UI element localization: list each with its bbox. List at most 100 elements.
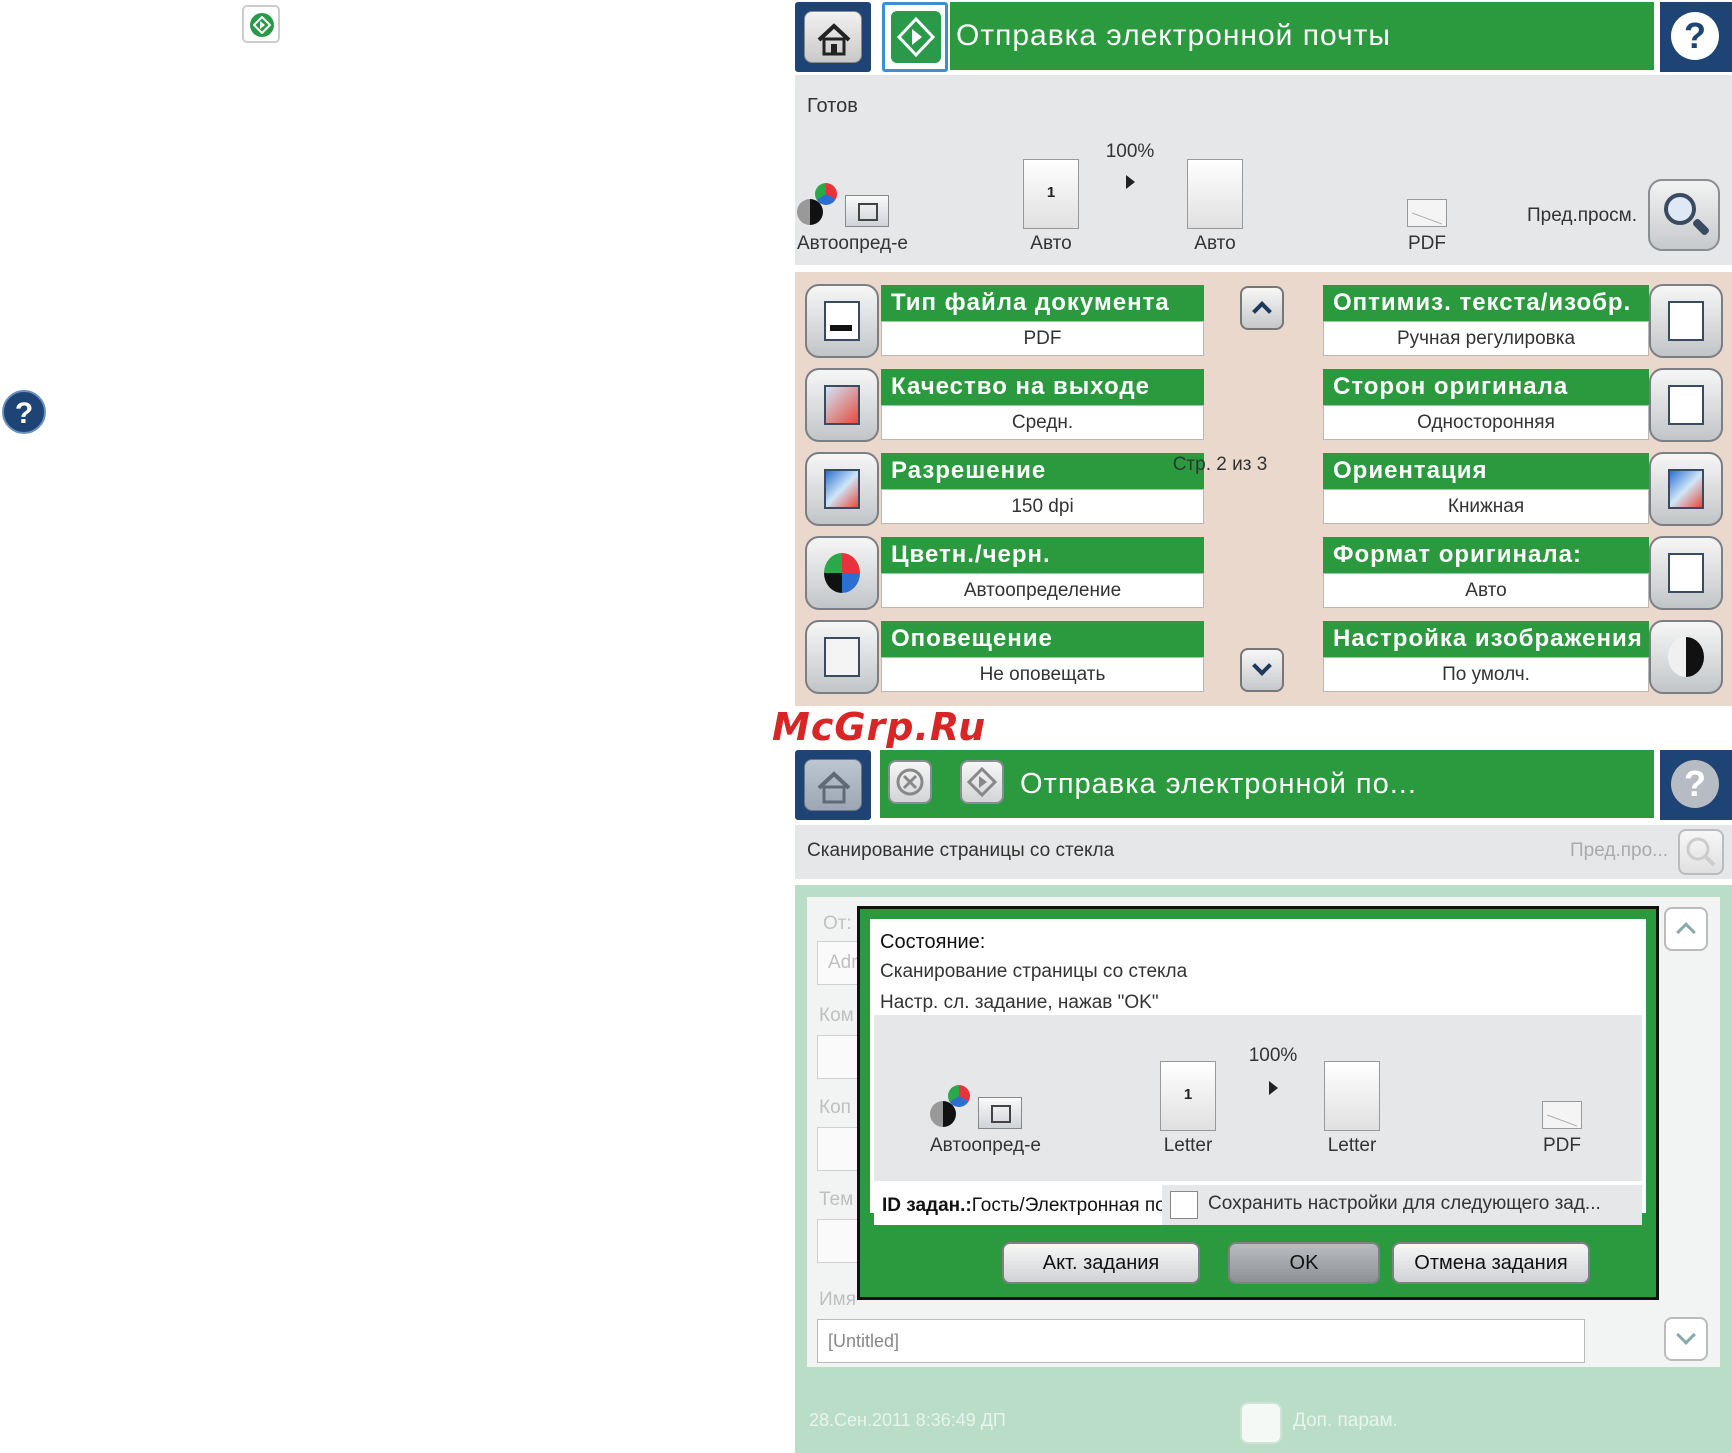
active-jobs-button[interactable]: Акт. задания: [1002, 1242, 1200, 1284]
orientation-icon: [1649, 452, 1723, 526]
option-value: Не оповещать: [881, 657, 1204, 692]
home-icon: [817, 23, 851, 56]
input-page-icon: 1: [1160, 1061, 1216, 1131]
option-title: Цветн./черн.: [881, 537, 1204, 573]
chevron-down-icon: [1676, 1325, 1696, 1345]
start-icon: [966, 766, 998, 798]
option-value: Книжная: [1323, 489, 1649, 524]
save-settings-row: Сохранить настройки для следующего зад..…: [1162, 1185, 1642, 1225]
chevron-up-icon: [1676, 922, 1696, 942]
option-title: Оптимиз. текста/изобр.: [1323, 285, 1649, 321]
file-format-label: PDF: [1543, 1135, 1581, 1156]
form-scroll-up-button[interactable]: [1664, 907, 1708, 951]
cancel-job-button[interactable]: Отмена задания: [1392, 1242, 1590, 1284]
option-title: Формат оригинала:: [1323, 537, 1649, 573]
cc-label: Коп: [819, 1097, 851, 1118]
stop-button[interactable]: [888, 760, 932, 804]
notification-icon: [805, 620, 879, 694]
option-color-mode[interactable]: Цветн./черн. Автоопределение: [805, 536, 1205, 610]
job-preview-area: Автоопред-е 1 Letter 100% Letter PDF: [874, 1015, 1642, 1181]
screen-title: Отправка электронной по...: [1020, 768, 1417, 800]
output-size-label: Letter: [1327, 1135, 1377, 1156]
scale-label: 100%: [1105, 141, 1155, 162]
preview-button[interactable]: [1678, 829, 1724, 875]
resolution-icon: [805, 452, 879, 526]
from-label: От:: [823, 913, 852, 934]
to-label: Ком: [819, 1005, 854, 1026]
more-options-button[interactable]: [1240, 1402, 1282, 1444]
scan-status-text: Сканирование страницы со стекла: [807, 840, 1115, 861]
scroll-down-button[interactable]: [1240, 648, 1284, 692]
scan-status-screen: Отправка электронной по... ? Сканировани…: [795, 750, 1732, 1453]
option-value: 150 dpi: [881, 489, 1204, 524]
option-output-quality[interactable]: Качество на выходе Средн.: [805, 368, 1205, 442]
option-file-type[interactable]: Тип файла документа PDF: [805, 284, 1205, 358]
option-resolution[interactable]: Разрешение 150 dpi: [805, 452, 1205, 526]
start-icon: [896, 16, 936, 58]
home-button[interactable]: [795, 2, 871, 72]
filename-label: Имя: [819, 1289, 857, 1310]
output-page-icon: [1187, 159, 1243, 229]
subject-label: Тем: [819, 1189, 854, 1210]
output-page-icon: [1324, 1061, 1380, 1131]
start-button[interactable]: [882, 2, 948, 72]
chevron-down-icon: [1252, 656, 1272, 676]
option-title: Тип файла документа: [881, 285, 1204, 321]
option-value: PDF: [881, 321, 1204, 356]
option-original-sides[interactable]: Сторон оригинала Односторонняя: [1323, 368, 1723, 442]
document-icon: [805, 284, 879, 358]
help-icon: ?: [2, 390, 46, 434]
help-icon: ?: [1671, 760, 1719, 808]
form-scroll-down-button[interactable]: [1664, 1317, 1708, 1361]
option-orientation[interactable]: Ориентация Книжная: [1323, 452, 1723, 526]
job-id: ID задан.:Гость/Электронная по: [882, 1195, 1164, 1216]
more-options-label: Доп. парам.: [1293, 1410, 1398, 1431]
start-icon: [242, 5, 280, 43]
watermark: McGrp.Ru: [772, 705, 987, 749]
job-id-row: ID задан.:Гость/Электронная по Сохранить…: [874, 1185, 1642, 1225]
image-adjust-icon: [1649, 620, 1723, 694]
option-title: Оповещение: [881, 621, 1204, 657]
help-button[interactable]: ?: [1660, 2, 1732, 72]
home-button[interactable]: [795, 750, 871, 820]
option-image-adjust[interactable]: Настройка изображения По умолч.: [1323, 620, 1723, 694]
form-footer: 28.Сен.2011 8:36:49 ДП Доп. парам.: [795, 1380, 1732, 1453]
save-settings-checkbox[interactable]: [1170, 1191, 1198, 1219]
option-value: Средн.: [881, 405, 1204, 440]
preview-label: Пред.про...: [1570, 840, 1668, 861]
page: ? Отправка электронной почты ? Готов Авт…: [0, 0, 1732, 1453]
ok-button[interactable]: OK: [1228, 1242, 1380, 1284]
stop-icon: [896, 768, 924, 796]
top-bar: Отправка электронной почты ?: [795, 0, 1732, 72]
option-value: Односторонняя: [1323, 405, 1649, 440]
start-button[interactable]: [960, 760, 1004, 804]
dialog-line-2: Настр. сл. задание, нажав "OK": [880, 992, 1159, 1013]
color-mode-label: Автоопред-е: [930, 1135, 1041, 1156]
preview-button[interactable]: [1648, 179, 1720, 251]
option-title: Качество на выходе: [881, 369, 1204, 405]
job-status-area: Готов Автоопред-е 1 Авто 100% Авто PDF П…: [795, 75, 1732, 265]
text-image-icon: [1649, 284, 1723, 358]
help-button[interactable]: ?: [1660, 750, 1732, 820]
scale-label: 100%: [1248, 1045, 1298, 1066]
status-text: Готов: [807, 95, 858, 117]
color-mode-label: Автоопред-е: [797, 233, 908, 254]
option-text-image-optimize[interactable]: Оптимиз. текста/изобр. Ручная регулировк…: [1323, 284, 1723, 358]
color-icon: [797, 183, 837, 225]
status-dialog: Состояние: Сканирование страницы со стек…: [857, 906, 1659, 1300]
preview-label: Пред.просм.: [1527, 205, 1638, 226]
arrow-right-icon: [1269, 1081, 1278, 1095]
adf-icon: [978, 1097, 1022, 1129]
scan-status-bar: Сканирование страницы со стекла Пред.про…: [795, 825, 1732, 879]
filename-field[interactable]: [Untitled]: [817, 1319, 1585, 1363]
file-format-label: PDF: [1408, 233, 1446, 254]
option-notification[interactable]: Оповещение Не оповещать: [805, 620, 1205, 694]
option-title: Ориентация: [1323, 453, 1649, 489]
chevron-up-icon: [1252, 301, 1272, 321]
magnifier-icon: [1686, 837, 1716, 867]
output-size-label: Авто: [1194, 233, 1236, 254]
scroll-up-button[interactable]: [1240, 286, 1284, 330]
save-settings-label: Сохранить настройки для следующего зад..…: [1208, 1193, 1601, 1214]
screen-title: Отправка электронной почты: [950, 2, 1654, 70]
option-original-size[interactable]: Формат оригинала: Авто: [1323, 536, 1723, 610]
